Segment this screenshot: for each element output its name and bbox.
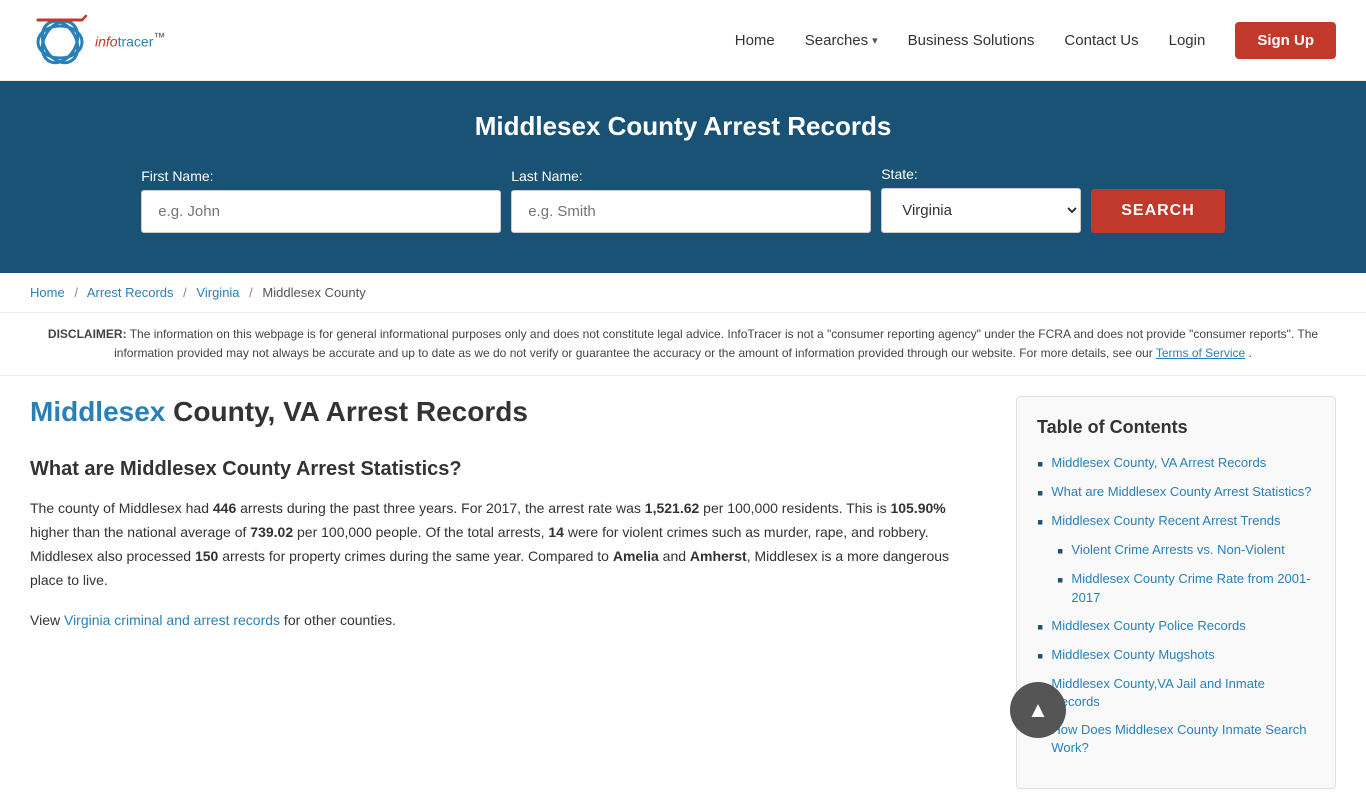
article-title-highlight: Middlesex — [30, 396, 165, 427]
terms-of-service-link[interactable]: Terms of Service — [1156, 346, 1245, 360]
view-records-prefix: View — [30, 612, 64, 628]
arrests-count: 446 — [213, 500, 236, 516]
logo-tm: ™ — [153, 30, 165, 44]
toc-link-6[interactable]: Middlesex County Police Records — [1051, 617, 1245, 635]
national-avg: 739.02 — [250, 524, 293, 540]
toc-bullet-3: ▪ — [1037, 513, 1043, 531]
toc-bullet-4: ▪ — [1057, 542, 1063, 560]
toc-item-7: ▪ Middlesex County Mugshots — [1037, 646, 1315, 665]
toc-bullet-6: ▪ — [1037, 618, 1043, 636]
toc-link-4[interactable]: Violent Crime Arrests vs. Non-Violent — [1071, 541, 1284, 559]
nav-business[interactable]: Business Solutions — [908, 32, 1035, 49]
para1-c: per 100,000 residents. This is — [699, 500, 890, 516]
search-button[interactable]: SEARCH — [1091, 189, 1225, 233]
nav-login[interactable]: Login — [1169, 32, 1206, 49]
toc-link-5[interactable]: Middlesex County Crime Rate from 2001-20… — [1071, 570, 1315, 606]
disclaimer-suffix: . — [1249, 346, 1252, 360]
signup-button[interactable]: Sign Up — [1235, 22, 1336, 59]
toc-sub-list: ▪ Violent Crime Arrests vs. Non-Violent … — [1037, 541, 1315, 606]
toc-item-3: ▪ Middlesex County Recent Arrest Trends — [1037, 512, 1315, 531]
sidebar: Table of Contents ▪ Middlesex County, VA… — [1016, 396, 1336, 788]
virginia-records-link[interactable]: Virginia criminal and arrest records — [64, 612, 280, 628]
toc-link-7[interactable]: Middlesex County Mugshots — [1051, 646, 1214, 664]
logo-icon — [30, 10, 90, 70]
para1-h: and — [659, 548, 690, 564]
first-name-label: First Name: — [141, 168, 213, 184]
logo: infotracer™ — [30, 10, 165, 70]
toc-link-2[interactable]: What are Middlesex County Arrest Statist… — [1051, 483, 1311, 501]
main-content: Middlesex County, VA Arrest Records What… — [0, 376, 1366, 808]
arrest-rate: 1,521.62 — [645, 500, 700, 516]
county1: Amelia — [613, 548, 659, 564]
first-name-input[interactable] — [141, 190, 501, 233]
view-records-paragraph: View Virginia criminal and arrest record… — [30, 609, 986, 633]
breadcrumb-home[interactable]: Home — [30, 285, 65, 300]
hero-section: Middlesex County Arrest Records First Na… — [0, 81, 1366, 273]
last-name-label: Last Name: — [511, 168, 583, 184]
toc-bullet-2: ▪ — [1037, 484, 1043, 502]
disclaimer-label: DISCLAIMER: — [48, 327, 127, 341]
toc-item-5: ▪ Middlesex County Crime Rate from 2001-… — [1057, 570, 1315, 606]
toc-item-9: ▪ How Does Middlesex County Inmate Searc… — [1037, 721, 1315, 757]
article: Middlesex County, VA Arrest Records What… — [30, 396, 1016, 652]
logo-tracer-text: tracer — [118, 34, 154, 50]
para1-e: per 100,000 people. Of the total arrests… — [293, 524, 548, 540]
nav-contact[interactable]: Contact Us — [1064, 32, 1138, 49]
property-count: 150 — [195, 548, 218, 564]
article-paragraph1: The county of Middlesex had 446 arrests … — [30, 497, 986, 592]
para1-a: The county of Middlesex had — [30, 500, 213, 516]
hero-title: Middlesex County Arrest Records — [20, 111, 1346, 142]
county2: Amherst — [690, 548, 747, 564]
disclaimer-section: DISCLAIMER: The information on this webp… — [0, 313, 1366, 376]
article-title-rest: County, VA Arrest Records — [165, 396, 528, 427]
toc-item-6: ▪ Middlesex County Police Records — [1037, 617, 1315, 636]
logo-info-text: info — [95, 34, 118, 50]
state-select[interactable]: Virginia Alabama Alaska Arizona Californ… — [881, 188, 1081, 233]
scroll-top-icon: ▲ — [1027, 697, 1049, 723]
toc-title: Table of Contents — [1037, 417, 1315, 438]
nav-searches[interactable]: Searches ▾ — [805, 32, 878, 49]
higher-pct: 105.90% — [890, 500, 945, 516]
breadcrumb-sep-1: / — [74, 285, 78, 300]
last-name-group: Last Name: — [511, 168, 871, 233]
view-records-suffix: for other counties. — [280, 612, 396, 628]
toc-bullet-1: ▪ — [1037, 455, 1043, 473]
toc-item-2: ▪ What are Middlesex County Arrest Stati… — [1037, 483, 1315, 502]
search-form: First Name: Last Name: State: Virginia A… — [20, 166, 1346, 233]
scroll-to-top-button[interactable]: ▲ — [1010, 682, 1066, 738]
toc-item-8: ▪ Middlesex County,VA Jail and Inmate Re… — [1037, 675, 1315, 711]
toc-bullet-7: ▪ — [1037, 647, 1043, 665]
last-name-input[interactable] — [511, 190, 871, 233]
para1-b: arrests during the past three years. For… — [236, 500, 645, 516]
breadcrumb-virginia[interactable]: Virginia — [196, 285, 239, 300]
main-nav: Home Searches ▾ Business Solutions Conta… — [735, 22, 1336, 59]
toc-link-3[interactable]: Middlesex County Recent Arrest Trends — [1051, 512, 1280, 530]
toc-item-1: ▪ Middlesex County, VA Arrest Records — [1037, 454, 1315, 473]
state-label: State: — [881, 166, 918, 182]
breadcrumb-arrest-records[interactable]: Arrest Records — [87, 285, 174, 300]
toc-link-1[interactable]: Middlesex County, VA Arrest Records — [1051, 454, 1266, 472]
violent-count: 14 — [548, 524, 564, 540]
toc-bullet-5: ▪ — [1057, 571, 1063, 589]
para1-g: arrests for property crimes during the s… — [218, 548, 613, 564]
breadcrumb-sep-3: / — [249, 285, 253, 300]
disclaimer-text: The information on this webpage is for g… — [114, 327, 1318, 360]
toc-item-4: ▪ Violent Crime Arrests vs. Non-Violent — [1057, 541, 1315, 560]
section1-title: What are Middlesex County Arrest Statist… — [30, 458, 986, 481]
para1-d: higher than the national average of — [30, 524, 250, 540]
toc-list: ▪ Middlesex County, VA Arrest Records ▪ … — [1037, 454, 1315, 757]
toc-link-8[interactable]: Middlesex County,VA Jail and Inmate Reco… — [1051, 675, 1315, 711]
header: infotracer™ Home Searches ▾ Business Sol… — [0, 0, 1366, 81]
article-title: Middlesex County, VA Arrest Records — [30, 396, 986, 428]
first-name-group: First Name: — [141, 168, 501, 233]
breadcrumb-sep-2: / — [183, 285, 187, 300]
breadcrumb: Home / Arrest Records / Virginia / Middl… — [0, 273, 1366, 313]
state-group: State: Virginia Alabama Alaska Arizona C… — [881, 166, 1081, 233]
nav-home[interactable]: Home — [735, 32, 775, 49]
toc-link-9[interactable]: How Does Middlesex County Inmate Search … — [1051, 721, 1315, 757]
chevron-down-icon: ▾ — [872, 34, 878, 47]
breadcrumb-county: Middlesex County — [262, 285, 365, 300]
